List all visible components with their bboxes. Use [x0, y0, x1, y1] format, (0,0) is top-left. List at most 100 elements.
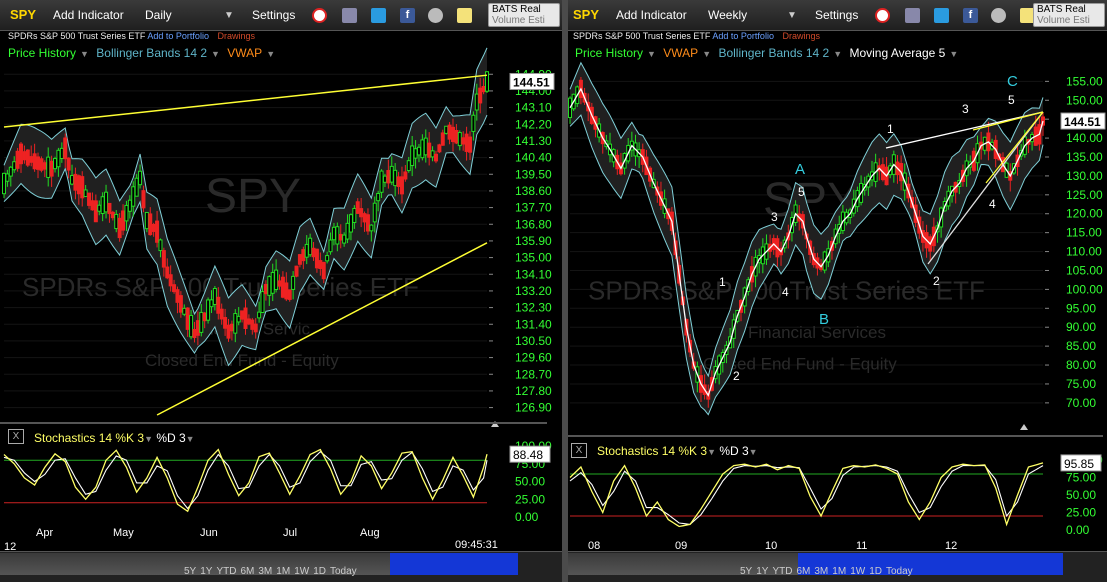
chevron-down-icon[interactable]: ▼ — [749, 447, 758, 457]
candle-body — [226, 324, 231, 339]
range-button-ytd[interactable]: YTD — [216, 566, 236, 577]
y-axis-tick-label: 115.00 — [1066, 226, 1102, 240]
scroll-up-icon — [1020, 424, 1028, 430]
watermark-symbol: SPY — [205, 170, 301, 223]
candle-body — [301, 249, 306, 262]
candle-body — [362, 213, 367, 223]
candle-body — [376, 192, 381, 202]
wave-label-3b: 3 — [962, 102, 969, 116]
candle-body — [46, 156, 51, 178]
candle-body — [481, 86, 486, 93]
chevron-down-icon[interactable]: ▼ — [707, 447, 716, 457]
range-button-1y[interactable]: 1Y — [756, 566, 768, 577]
range-button-6m[interactable]: 6M — [796, 566, 810, 577]
candle-body — [467, 136, 472, 153]
candle-body — [250, 319, 255, 330]
candle-body — [104, 191, 109, 213]
candle-body — [107, 202, 112, 215]
candle-body — [318, 260, 323, 269]
candle-body — [389, 165, 394, 183]
chevron-down-icon[interactable]: ▼ — [144, 434, 153, 444]
stoch-d-label[interactable]: %D 3 — [719, 444, 748, 458]
candle-body — [63, 137, 68, 160]
candle-body — [348, 214, 353, 233]
candle-body — [15, 150, 20, 169]
candle-body — [110, 211, 115, 219]
candle-body — [280, 276, 285, 298]
right-chart-pane: SPY Add Indicator Weekly ▼ Settings f BA… — [568, 0, 1107, 582]
candle-body — [410, 145, 415, 167]
candle-body — [420, 139, 425, 159]
candle-body — [274, 269, 279, 291]
chevron-down-icon[interactable]: ▼ — [186, 434, 195, 444]
stoch-title[interactable]: Stochastics 14 %K 3 — [597, 444, 707, 458]
y-axis-tick-label: 150.00 — [1066, 93, 1103, 107]
candle-body — [199, 311, 204, 333]
y-axis-tick-label: 127.80 — [515, 384, 552, 398]
wave-label-C: C — [1007, 73, 1018, 90]
range-button-3m[interactable]: 3M — [258, 566, 272, 577]
candle-body — [430, 150, 435, 158]
range-button-1w[interactable]: 1W — [850, 566, 865, 577]
candle-body — [352, 207, 357, 223]
wave-label-5: 5 — [798, 185, 805, 199]
range-button-today[interactable]: Today — [886, 566, 913, 577]
candle-body — [2, 172, 6, 195]
candle-body — [158, 239, 163, 252]
candle-body — [471, 114, 476, 132]
candle-body — [148, 213, 153, 236]
candle-body — [87, 192, 92, 206]
candle-body — [236, 315, 241, 323]
range-button-1d[interactable]: 1D — [869, 566, 882, 577]
y-axis-tick-label: 139.50 — [515, 167, 552, 181]
candle-body — [70, 175, 75, 185]
candle-body — [93, 200, 98, 223]
range-button-3m[interactable]: 3M — [814, 566, 828, 577]
close-icon[interactable]: X — [8, 429, 24, 444]
candle-body — [19, 143, 24, 165]
range-selection[interactable] — [390, 553, 518, 575]
range-button-1m[interactable]: 1M — [832, 566, 846, 577]
y-axis-tick-label: 128.70 — [515, 367, 552, 381]
right-range-bar[interactable]: 5Y 1Y YTD 6M 3M 1M 1W 1D Today — [568, 551, 1107, 582]
stoch-d-label[interactable]: %D 3 — [156, 431, 185, 445]
range-button-5y[interactable]: 5Y — [184, 566, 196, 577]
left-chart-pane: SPY Add Indicator Daily ▼ Settings f BAT… — [0, 0, 562, 582]
candle-body — [331, 226, 336, 241]
wave-label-A: A — [795, 161, 805, 178]
range-button-5y[interactable]: 5Y — [740, 566, 752, 577]
candle-body — [223, 317, 228, 329]
range-button-6m[interactable]: 6M — [240, 566, 254, 577]
candle-body — [83, 189, 88, 198]
candle-body — [25, 149, 30, 166]
candle-body — [212, 287, 217, 305]
range-button-1d[interactable]: 1D — [313, 566, 326, 577]
candle-body — [263, 283, 268, 295]
range-button-today[interactable]: Today — [330, 566, 357, 577]
candle-body — [447, 124, 452, 140]
candle-body — [144, 211, 149, 230]
close-icon[interactable]: X — [571, 443, 587, 458]
y-axis-tick-label: 95.00 — [1066, 301, 1096, 315]
candle-body — [440, 132, 445, 146]
range-button-1m[interactable]: 1M — [276, 566, 290, 577]
candle-body — [287, 289, 292, 300]
range-button-1w[interactable]: 1W — [294, 566, 309, 577]
candle-body — [209, 299, 214, 308]
last-price-value: 144.51 — [1064, 115, 1101, 129]
candle-body — [257, 311, 262, 319]
stoch-title[interactable]: Stochastics 14 %K 3 — [34, 431, 144, 445]
range-button-1y[interactable]: 1Y — [200, 566, 212, 577]
left-range-bar[interactable]: 5Y 1Y YTD 6M 3M 1M 1W 1D Today — [0, 551, 562, 582]
candle-body — [22, 151, 27, 161]
candle-body — [178, 295, 183, 313]
candle-body — [267, 276, 272, 296]
y-axis-tick-label: 130.00 — [1066, 169, 1103, 183]
candle-body — [284, 282, 289, 300]
candle-body — [117, 217, 122, 239]
y-axis-tick-label: 130.50 — [515, 334, 552, 348]
wave-label-1b: 1 — [887, 122, 894, 136]
y-axis-tick-label: 140.40 — [515, 151, 552, 165]
range-button-ytd[interactable]: YTD — [772, 566, 792, 577]
candle-body — [161, 250, 166, 268]
